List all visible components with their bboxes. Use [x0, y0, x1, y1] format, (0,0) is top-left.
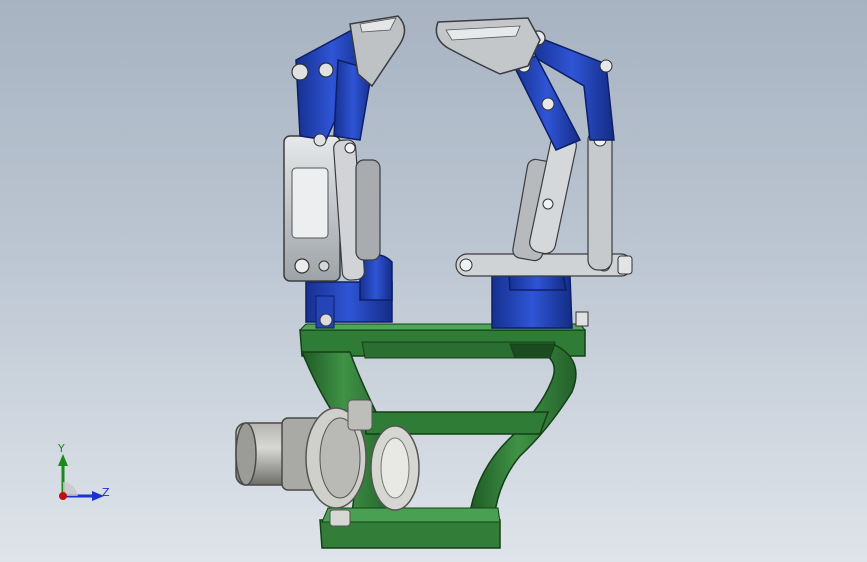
cad-model[interactable] — [0, 0, 867, 562]
left-finger-linkage[interactable] — [283, 15, 406, 329]
axis-y-label: Y — [58, 442, 65, 455]
graphics-viewport[interactable]: Y Z — [0, 0, 867, 562]
right-finger-linkage[interactable] — [435, 17, 633, 329]
axis-z-label: Z — [102, 486, 110, 499]
coordinate-triad: Y Z — [48, 436, 118, 516]
